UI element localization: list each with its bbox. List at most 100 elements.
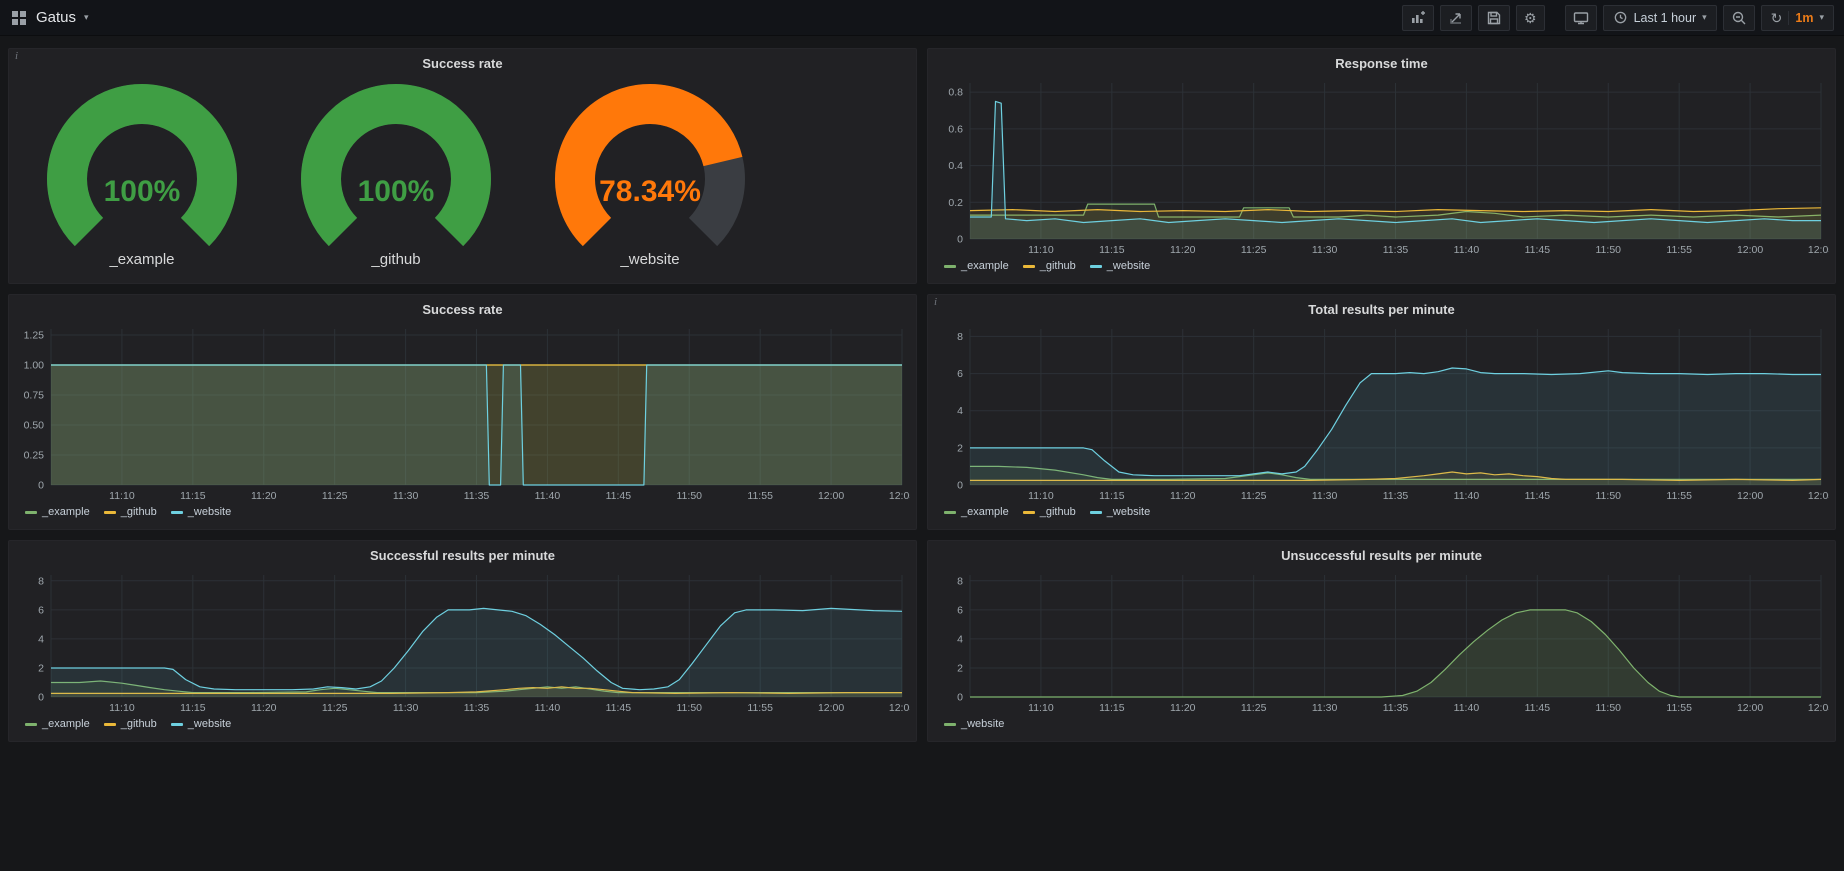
svg-text:11:35: 11:35: [464, 702, 490, 714]
gauge-series-label: _github: [371, 251, 420, 268]
gauge-row: 100%_example100%_github78.34%_website: [9, 75, 916, 268]
legend-series-name: _github: [1040, 260, 1076, 272]
svg-text:12:05: 12:05: [889, 490, 910, 502]
svg-text:0.4: 0.4: [948, 160, 963, 172]
legend-item-_example[interactable]: _example: [25, 718, 90, 730]
gauge-value: 78.34%: [599, 175, 701, 208]
svg-text:0.8: 0.8: [948, 87, 963, 99]
zoom-out-button[interactable]: [1723, 5, 1755, 31]
panel-success-rate-timeseries: Success rate 00.250.500.751.001.2511:101…: [8, 294, 917, 530]
refresh-picker-button[interactable]: ↻ 1m ▾: [1761, 5, 1834, 31]
success-rate-plot[interactable]: 00.250.500.751.001.2511:1011:1511:2011:2…: [15, 321, 910, 503]
monitor-icon: [1573, 10, 1589, 26]
panel-unsuccessful-results: Unsuccessful results per minute 0246811:…: [927, 540, 1836, 742]
svg-text:11:55: 11:55: [1666, 244, 1692, 256]
svg-text:4: 4: [957, 405, 963, 417]
svg-text:11:40: 11:40: [1454, 490, 1480, 502]
svg-text:11:15: 11:15: [180, 702, 206, 714]
save-icon: [1486, 10, 1502, 26]
legend-series-name: _example: [42, 506, 90, 518]
svg-text:8: 8: [957, 331, 963, 343]
svg-text:11:20: 11:20: [1170, 702, 1196, 714]
legend-item-_example[interactable]: _example: [25, 506, 90, 518]
panel-successful-results: Successful results per minute 0246811:10…: [8, 540, 917, 742]
svg-text:11:45: 11:45: [1525, 244, 1551, 256]
legend-series-name: _website: [1107, 260, 1150, 272]
response-time-plot[interactable]: 00.20.40.60.811:1011:1511:2011:2511:3011…: [934, 75, 1829, 257]
svg-text:6: 6: [38, 604, 44, 616]
zoom-out-icon: [1731, 10, 1747, 26]
dashboard-picker-button[interactable]: [10, 9, 28, 27]
panel-title[interactable]: Success rate: [9, 295, 916, 321]
panel-title[interactable]: Unsuccessful results per minute: [928, 541, 1835, 567]
legend-series-name: _github: [121, 718, 157, 730]
save-dashboard-button[interactable]: [1478, 5, 1510, 31]
svg-text:11:35: 11:35: [1383, 702, 1409, 714]
legend: _website: [928, 715, 1835, 734]
share-dashboard-button[interactable]: [1440, 5, 1472, 31]
svg-text:11:35: 11:35: [464, 490, 490, 502]
legend-item-_website[interactable]: _website: [1090, 260, 1150, 272]
legend-item-_github[interactable]: _github: [104, 718, 157, 730]
successful-results-plot[interactable]: 0246811:1011:1511:2011:2511:3011:3511:40…: [15, 567, 910, 715]
time-range-picker-button[interactable]: Last 1 hour ▾: [1603, 5, 1717, 31]
nav-right: ⚙ Last 1 hour ▾ ↻ 1m ▾: [1402, 5, 1834, 31]
dashboard-title[interactable]: Gatus: [36, 9, 76, 26]
legend: _example _github _website: [928, 503, 1835, 522]
svg-text:0.25: 0.25: [24, 450, 45, 462]
legend-color-swatch: [171, 511, 183, 514]
legend-series-name: _github: [1040, 506, 1076, 518]
cycle-view-mode-button[interactable]: [1565, 5, 1597, 31]
legend-item-_website[interactable]: _website: [1090, 506, 1150, 518]
legend-item-_website[interactable]: _website: [944, 718, 1004, 730]
panel-info-icon[interactable]: i: [934, 296, 937, 308]
legend-color-swatch: [944, 265, 956, 268]
svg-text:11:25: 11:25: [322, 702, 348, 714]
svg-text:6: 6: [957, 604, 963, 616]
gauge-_website: 78.34%_website: [523, 79, 777, 268]
legend-series-name: _website: [188, 506, 231, 518]
legend-item-_github[interactable]: _github: [104, 506, 157, 518]
svg-text:6: 6: [957, 368, 963, 380]
legend-item-_github[interactable]: _github: [1023, 260, 1076, 272]
svg-text:2: 2: [957, 442, 963, 454]
legend-color-swatch: [1090, 511, 1102, 514]
legend: _example _github _website: [9, 715, 916, 734]
grid-lines: [970, 575, 1821, 697]
gauge-value: 100%: [104, 175, 181, 208]
add-panel-button[interactable]: [1402, 5, 1434, 31]
svg-text:1.25: 1.25: [24, 330, 45, 342]
legend-color-swatch: [171, 723, 183, 726]
svg-text:11:50: 11:50: [1596, 490, 1622, 502]
svg-text:11:45: 11:45: [606, 702, 632, 714]
legend-item-_example[interactable]: _example: [944, 506, 1009, 518]
svg-text:12:05: 12:05: [1808, 244, 1829, 256]
panel-title[interactable]: Success rate: [9, 49, 916, 75]
legend-series-name: _website: [961, 718, 1004, 730]
dashboard-dropdown-caret-icon[interactable]: ▾: [84, 12, 89, 23]
legend-item-_website[interactable]: _website: [171, 718, 231, 730]
legend-item-_website[interactable]: _website: [171, 506, 231, 518]
total-results-plot[interactable]: 0246811:1011:1511:2011:2511:3011:3511:40…: [934, 321, 1829, 503]
legend: _example _github _website: [928, 257, 1835, 276]
svg-text:11:10: 11:10: [109, 702, 135, 714]
legend-series-name: _website: [1107, 506, 1150, 518]
gauge-arc: 100%: [15, 79, 269, 249]
legend-item-_github[interactable]: _github: [1023, 506, 1076, 518]
panel-title[interactable]: Response time: [928, 49, 1835, 75]
svg-text:11:20: 11:20: [1170, 490, 1196, 502]
legend-item-_example[interactable]: _example: [944, 260, 1009, 272]
svg-text:11:40: 11:40: [1454, 244, 1480, 256]
legend-series-name: _example: [42, 718, 90, 730]
svg-text:8: 8: [957, 575, 963, 587]
legend-color-swatch: [944, 511, 956, 514]
svg-text:8: 8: [38, 575, 44, 587]
unsuccessful-results-plot[interactable]: 0246811:1011:1511:2011:2511:3011:3511:40…: [934, 567, 1829, 715]
legend-series-name: _website: [188, 718, 231, 730]
panel-info-icon[interactable]: i: [15, 50, 18, 62]
panel-title[interactable]: Total results per minute: [928, 295, 1835, 321]
settings-button[interactable]: ⚙: [1516, 5, 1545, 31]
panel-response-time: Response time 00.20.40.60.811:1011:1511:…: [927, 48, 1836, 284]
panel-title[interactable]: Successful results per minute: [9, 541, 916, 567]
legend-color-swatch: [944, 723, 956, 726]
